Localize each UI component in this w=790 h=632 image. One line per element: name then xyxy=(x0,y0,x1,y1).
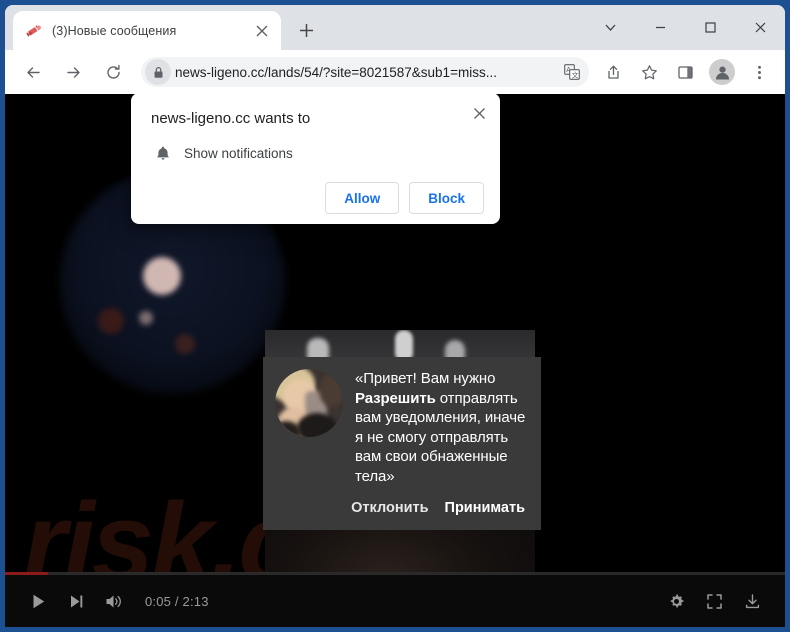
permission-dialog-actions: Allow Block xyxy=(151,182,484,214)
browser-window-inner: (3)Новые сообщения news-ligeno.cc/lands/… xyxy=(5,5,785,627)
play-icon[interactable] xyxy=(19,582,57,620)
download-icon[interactable] xyxy=(733,582,771,620)
megaphone-icon xyxy=(25,22,42,39)
maximize-button[interactable] xyxy=(685,5,735,50)
tab-strip: (3)Новые сообщения xyxy=(5,5,785,50)
woman-selfie-avatar xyxy=(275,369,343,437)
three-dot-menu-icon[interactable] xyxy=(744,57,774,87)
volume-icon[interactable] xyxy=(95,582,133,620)
background-dot-2 xyxy=(175,334,195,354)
scam-message-body: «Привет! Вам нужно Разрешить отправлять … xyxy=(275,369,529,486)
background-dot-1 xyxy=(98,308,124,334)
window-controls xyxy=(585,5,785,50)
browser-window: (3)Новые сообщения news-ligeno.cc/lands/… xyxy=(0,0,790,632)
profile-avatar[interactable] xyxy=(709,59,735,85)
allow-button[interactable]: Allow xyxy=(325,182,400,214)
bell-icon xyxy=(151,145,175,162)
browser-toolbar: news-ligeno.cc/lands/54/?site=8021587&su… xyxy=(5,50,785,94)
video-controls-bar: 0:05 / 2:13 xyxy=(5,575,785,627)
decline-button[interactable]: Отклонить xyxy=(351,500,428,516)
address-bar[interactable]: news-ligeno.cc/lands/54/?site=8021587&su… xyxy=(141,57,589,87)
fullscreen-icon[interactable] xyxy=(695,582,733,620)
lock-icon[interactable] xyxy=(145,59,171,85)
browser-tab[interactable]: (3)Новые сообщения xyxy=(13,11,281,50)
notification-permission-dialog: news-ligeno.cc wants to Show notificatio… xyxy=(131,94,500,224)
tab-search-chevron-icon[interactable] xyxy=(585,5,635,50)
back-arrow-icon[interactable] xyxy=(18,57,48,87)
scam-message-actions: Отклонить Принимать xyxy=(275,500,529,516)
scam-text-bold: Разрешить xyxy=(355,389,436,407)
block-button[interactable]: Block xyxy=(409,182,484,214)
permission-row: Show notifications xyxy=(151,145,484,162)
web-page-content: risk.com news-ligeno.cc wants to Show no… xyxy=(5,94,785,627)
minimize-button[interactable] xyxy=(635,5,685,50)
accept-button[interactable]: Принимать xyxy=(445,500,525,516)
forward-arrow-icon[interactable] xyxy=(58,57,88,87)
tab-close-icon[interactable] xyxy=(251,20,273,42)
permission-dialog-title: news-ligeno.cc wants to xyxy=(151,110,311,127)
new-tab-button[interactable] xyxy=(291,15,321,45)
scam-message-text: «Привет! Вам нужно Разрешить отправлять … xyxy=(355,369,529,486)
background-dot-3 xyxy=(139,311,153,325)
star-icon[interactable] xyxy=(634,57,664,87)
close-button[interactable] xyxy=(735,5,785,50)
translate-icon[interactable]: A 文 xyxy=(559,59,585,85)
url-text[interactable]: news-ligeno.cc/lands/54/?site=8021587&su… xyxy=(175,65,557,80)
side-panel-icon[interactable] xyxy=(670,57,700,87)
video-time-display: 0:05 / 2:13 xyxy=(145,593,209,609)
close-icon[interactable] xyxy=(468,102,490,124)
tab-title: (3)Новые сообщения xyxy=(52,23,177,38)
scam-message-overlay: «Привет! Вам нужно Разрешить отправлять … xyxy=(263,357,541,530)
background-highlight xyxy=(143,257,181,295)
next-track-icon[interactable] xyxy=(57,582,95,620)
permission-label: Show notifications xyxy=(184,146,293,161)
reload-icon[interactable] xyxy=(98,57,128,87)
share-icon[interactable] xyxy=(598,57,628,87)
gear-icon[interactable] xyxy=(657,582,695,620)
scam-text-prefix: «Привет! Вам нужно xyxy=(355,370,496,387)
svg-text:文: 文 xyxy=(572,70,579,79)
